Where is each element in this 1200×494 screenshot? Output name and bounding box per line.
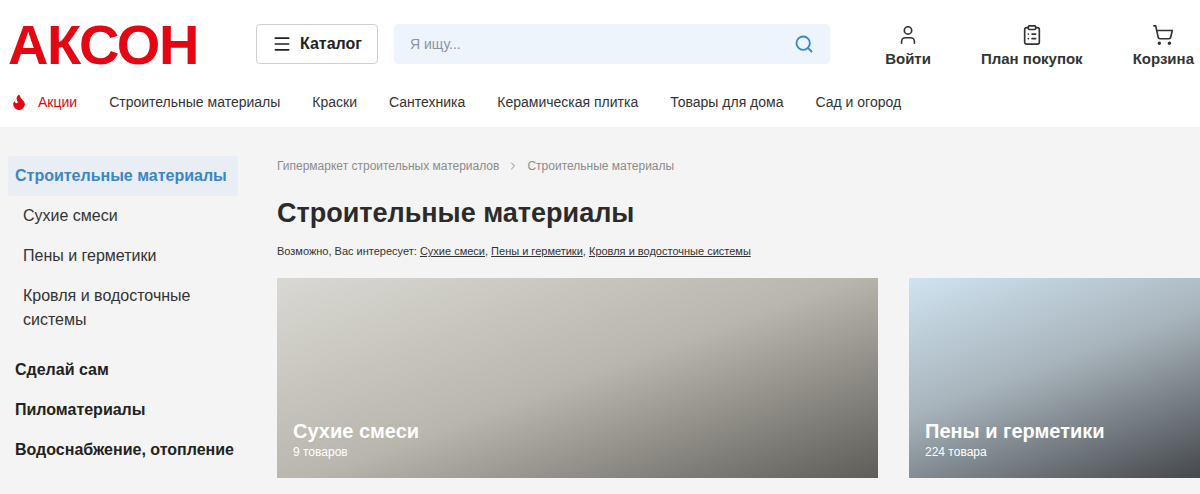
suggestions: Возможно, Вас интересует: Сухие смеси, П… [277,244,1200,258]
category-card[interactable]: Пены и герметики224 товара [909,278,1200,478]
header: АКСОН Каталог Я ищу... Войти План покупок Кор… [0,0,1200,82]
sidebar-item[interactable]: Строительные материалы [8,156,238,196]
header-action[interactable]: Войти [885,24,931,68]
nav-link[interactable]: Сантехника [389,92,465,113]
sidebar-item[interactable]: Пиломатериалы [8,390,238,430]
sidebar-item[interactable]: Водоснабжение, отопление [8,430,238,470]
header-action[interactable]: Корзина [1133,24,1194,68]
search-field[interactable]: Я ищу... [394,24,830,64]
sidebar-item[interactable]: Сделай сам [8,350,238,390]
logo[interactable]: АКСОН [8,24,238,66]
page: АКСОН Каталог Я ищу... Войти План покупок Кор… [0,0,1200,494]
category-cards: Сухие смеси9 товаровПены и герметики224 … [277,278,1200,478]
promo-link[interactable]: Акции [10,92,77,113]
header-actions: Войти План покупок Корзина [830,24,1196,68]
breadcrumb[interactable]: Строительные материалы [527,158,674,174]
nav-link[interactable]: Строительные материалы [109,92,280,113]
search-icon[interactable] [794,34,814,54]
catalog-button[interactable]: Каталог [256,24,378,64]
sidebar-item[interactable]: Кровля и водосточные системы [8,276,238,340]
user-icon [897,24,919,46]
header-action[interactable]: План покупок [981,24,1083,68]
menu-icon [272,34,292,54]
clipboard-icon [1021,24,1043,46]
content: Строительные материалыСухие смесиПены и … [0,127,1200,494]
sidebar: Строительные материалыСухие смесиПены и … [0,156,238,494]
nav-link[interactable]: Товары для дома [670,92,783,113]
nav-bar: Акции Строительные материалы Краски Сантехн… [0,82,1200,122]
page-title: Строительные материалы [277,196,1200,230]
nav-link[interactable]: Краски [312,92,357,113]
suggestion-link[interactable]: Пены и герметики [491,245,583,257]
breadcrumb[interactable]: Гипермаркет строительных материалов [277,158,499,174]
breadcrumbs: Гипермаркет строительных материалов Строи… [277,156,1200,174]
fire-icon [10,93,28,111]
category-card[interactable]: Сухие смеси9 товаров [277,278,878,478]
main-panel: Гипермаркет строительных материалов Строи… [238,156,1200,494]
chevron-icon [507,160,519,172]
suggestion-link[interactable]: Кровля и водосточные системы [589,245,751,257]
nav-link[interactable]: Сад и огород [815,92,901,113]
sidebar-item[interactable]: Пены и герметики [8,236,238,276]
nav-link[interactable]: Керамическая плитка [497,92,638,113]
suggestion-link[interactable]: Сухие смеси [420,245,485,257]
cart-icon [1152,24,1174,46]
sidebar-item[interactable]: Сухие смеси [8,196,238,236]
